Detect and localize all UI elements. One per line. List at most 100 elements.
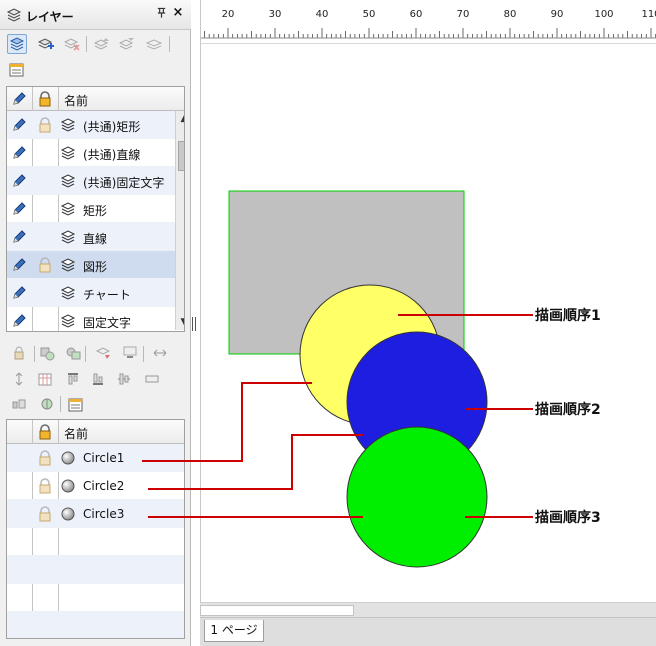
align-middle-icon[interactable]	[114, 369, 134, 389]
close-icon[interactable]: ×	[172, 5, 184, 21]
panel-splitter[interactable]	[192, 317, 198, 331]
pencil-icon	[11, 229, 27, 245]
panel-title: レイヤー	[26, 10, 74, 24]
group-icon[interactable]	[93, 343, 113, 363]
horizontal-scroll-thumb[interactable]	[200, 605, 354, 616]
layer-row[interactable]: (共通)矩形	[7, 111, 175, 139]
layer-row[interactable]: (共通)固定文字	[7, 167, 175, 195]
flip-v-icon[interactable]	[9, 369, 29, 389]
toolbar-separator	[60, 396, 61, 412]
horizontal-ruler: 20 30 40 50 60 70 80 90 100 110	[200, 0, 656, 44]
lock-icon	[37, 117, 53, 133]
add-layer-button[interactable]	[36, 34, 56, 54]
layer-row[interactable]: (共通)直線	[7, 139, 175, 167]
ruler-label: 40	[316, 9, 329, 20]
ruler-label: 20	[222, 9, 235, 20]
scroll-up-arrow[interactable]: ▲	[176, 111, 184, 127]
scroll-thumb[interactable]	[178, 141, 184, 171]
pencil-icon	[11, 201, 27, 217]
layer-down-button[interactable]	[117, 34, 137, 54]
layer-icon	[60, 257, 76, 273]
layer-icon	[60, 313, 76, 329]
draw-order-label-1: 描画順序1	[535, 308, 601, 324]
empty-row	[7, 584, 184, 612]
layer-icon	[60, 173, 76, 189]
lock-icon	[37, 450, 53, 466]
layer-name: (共通)直線	[83, 148, 141, 162]
layer-icon	[60, 117, 76, 133]
delete-layer-button[interactable]	[62, 34, 82, 54]
layer-grid: 名前 (共通)矩形 (共通)直線 (共通)固定文字矩形直線図形チャート固定文字 ▲ …	[6, 86, 185, 332]
ruler-label: 70	[457, 9, 470, 20]
align-bottom-icon[interactable]	[88, 369, 108, 389]
scroll-down-arrow[interactable]: ▼	[176, 314, 184, 330]
object-grid: 名前 Circle1 Circle2 Circle3	[6, 419, 185, 639]
table-icon[interactable]	[35, 369, 55, 389]
lock-icon	[37, 91, 53, 107]
layer-row[interactable]: 直線	[7, 223, 175, 251]
layer-row[interactable]: チャート	[7, 279, 175, 307]
object-icon	[60, 478, 76, 494]
lock-icon	[37, 478, 53, 494]
name-column-header: 名前	[64, 94, 89, 108]
pencil-icon	[11, 91, 27, 107]
layer-copy-button[interactable]	[144, 34, 164, 54]
layer-row[interactable]: 矩形	[7, 195, 175, 223]
empty-row	[7, 556, 184, 584]
ruler-label: 110	[641, 9, 656, 20]
object-row[interactable]: Circle2	[7, 472, 184, 500]
toolbar-separator	[86, 36, 87, 52]
pencil-icon	[11, 313, 27, 329]
circle3-shape[interactable]	[346, 426, 488, 568]
size-icon[interactable]	[142, 369, 162, 389]
object-row[interactable]: Circle3	[7, 500, 184, 528]
flip-h-icon[interactable]	[150, 343, 170, 363]
object-name: Circle1	[83, 451, 125, 465]
object-name: Circle2	[83, 479, 125, 493]
toolbar-separator	[34, 346, 35, 362]
ruler-label: 60	[410, 9, 423, 20]
ungroup-icon[interactable]	[120, 343, 140, 363]
layer-row[interactable]: 図形	[7, 251, 175, 279]
layer-properties-button[interactable]	[7, 59, 27, 79]
layer-name: チャート	[83, 288, 131, 302]
empty-row	[7, 528, 184, 556]
lock-icon	[37, 506, 53, 522]
lock-icon[interactable]	[9, 343, 29, 363]
layer-row[interactable]: 固定文字	[7, 307, 175, 331]
pin-icon[interactable]	[155, 6, 167, 22]
toolbar-separator	[143, 346, 144, 362]
ruler-label: 100	[594, 9, 613, 20]
bring-front-icon[interactable]	[37, 343, 57, 363]
shape-properties-icon[interactable]	[66, 394, 86, 414]
pencil-icon	[11, 117, 27, 133]
align-icon[interactable]	[9, 394, 29, 414]
layer-name: 直線	[83, 232, 108, 246]
layer-up-button[interactable]	[92, 34, 112, 54]
distribute-icon[interactable]	[37, 394, 57, 414]
lock-icon	[37, 424, 53, 440]
layer-panel: レイヤー × 名前 (共通)矩形 (共通)直線 (共通)固定文字 矩形 直線 図…	[0, 0, 191, 646]
toolbar-separator	[85, 346, 86, 362]
draw-order-label-3: 描画順序3	[535, 510, 601, 526]
ruler-label: 50	[363, 9, 376, 20]
layers-toolbar-button[interactable]	[7, 34, 27, 54]
lock-icon	[37, 257, 53, 273]
object-row[interactable]: Circle1	[7, 444, 184, 472]
object-name: Circle3	[83, 507, 125, 521]
send-back-icon[interactable]	[63, 343, 83, 363]
layer-scrollbar[interactable]: ▲ ▼	[175, 111, 184, 330]
pencil-icon	[11, 173, 27, 189]
align-top-icon[interactable]	[63, 369, 83, 389]
horizontal-scrollbar[interactable]	[200, 602, 656, 617]
layer-icon	[60, 201, 76, 217]
ruler-label: 90	[551, 9, 564, 20]
name-column-header: 名前	[64, 427, 89, 441]
layer-icon	[60, 145, 76, 161]
toolbar-separator	[169, 36, 170, 52]
layer-name: (共通)矩形	[83, 120, 141, 134]
ruler-label: 80	[504, 9, 517, 20]
layer-icon	[60, 285, 76, 301]
layer-name: (共通)固定文字	[83, 176, 165, 190]
page-tab[interactable]: 1 ページ	[204, 620, 264, 642]
